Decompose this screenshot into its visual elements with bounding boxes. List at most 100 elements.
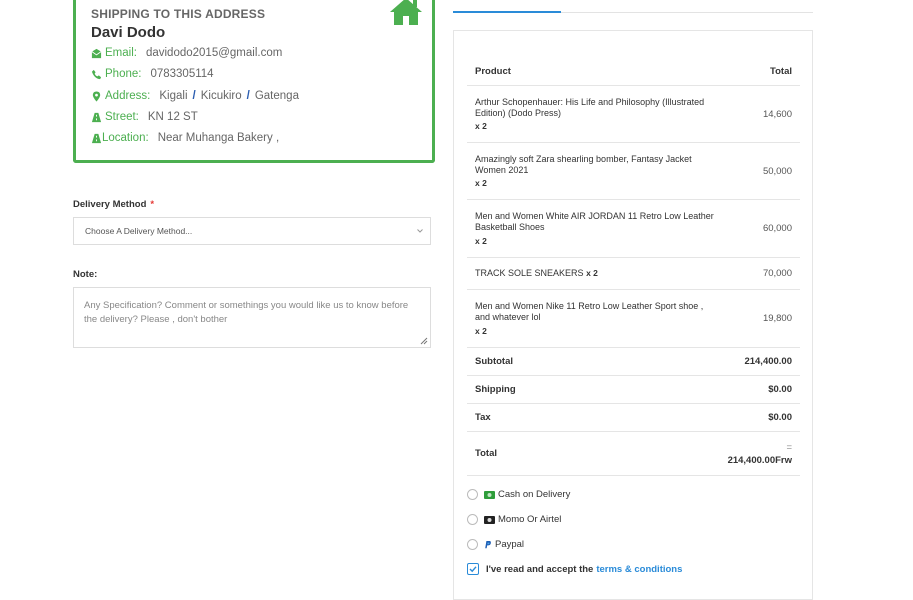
radio-button[interactable]	[467, 539, 478, 550]
product-qty: x 2	[475, 325, 487, 336]
address-district: Kicukiro	[200, 90, 242, 102]
phone-value: 0783305114	[150, 68, 214, 80]
order-table-header: Product Total	[467, 57, 800, 86]
subtotal-label: Subtotal	[475, 356, 513, 367]
product-name: Amazingly soft Zara shearling bomber, Fa…	[475, 153, 692, 175]
order-table: Product Total Arthur Schopenhauer: His L…	[467, 57, 800, 476]
tax-label: Tax	[475, 412, 491, 423]
product-total: 19,800	[762, 313, 792, 324]
phone-label: Phone:	[105, 68, 142, 80]
delivery-method-label: Delivery Method *	[73, 199, 154, 210]
col-total-header: Total	[770, 65, 792, 77]
home-icon	[390, 0, 422, 25]
street-label: Street:	[105, 111, 139, 123]
delivery-method-label-text: Delivery Method	[73, 199, 147, 210]
table-row: Amazingly soft Zara shearling bomber, Fa…	[467, 143, 800, 200]
product-name: Arthur Schopenhauer: His Life and Philos…	[475, 96, 705, 118]
note-textarea[interactable]: Any Specification? Comment or somethings…	[73, 287, 431, 348]
product-qty: x 2	[586, 268, 598, 278]
location-label: Location:	[102, 132, 149, 144]
chevron-down-icon	[417, 229, 423, 233]
shipping-row: Shipping $0.00	[467, 376, 800, 404]
customer-name: Davi Dodo	[91, 24, 166, 41]
table-row: Men and Women White AIR JORDAN 11 Retro …	[467, 200, 800, 258]
active-tab-indicator	[453, 11, 561, 13]
subtotal-value: 214,400.00	[744, 356, 792, 367]
product-cell: TRACK SOLE SNEAKERS x 2	[475, 268, 715, 279]
terms-checkbox[interactable]	[467, 563, 479, 575]
total-label: Total	[475, 448, 497, 459]
terms-row: I've read and accept the terms & conditi…	[467, 563, 682, 575]
total-equals: =	[786, 441, 792, 453]
phone-row: Phone: 0783305114	[91, 68, 214, 80]
product-qty: x 2	[475, 120, 487, 131]
payment-label: Paypal	[495, 539, 525, 550]
map-marker-icon	[92, 90, 101, 102]
product-qty: x 2	[475, 235, 487, 246]
email-row: Email: davidodo2015@gmail.com	[91, 47, 282, 59]
subtotal-row: Subtotal 214,400.00	[467, 348, 800, 376]
note-label: Note:	[73, 269, 98, 280]
email-value: davidodo2015@gmail.com	[145, 47, 283, 59]
address-separator: /	[192, 90, 196, 102]
total-value: 214,400.00Frw	[727, 454, 792, 466]
street-row: Street: KN 12 ST	[91, 111, 198, 123]
product-cell: Men and Women White AIR JORDAN 11 Retro …	[475, 211, 715, 247]
payment-label: Cash on Delivery	[498, 489, 571, 500]
col-product-header: Product	[475, 65, 511, 77]
product-total: 14,600	[762, 108, 792, 120]
envelope-icon	[91, 48, 102, 58]
phone-icon	[91, 69, 102, 79]
delivery-method-selected: Choose A Delivery Method...	[85, 226, 193, 236]
product-cell: Amazingly soft Zara shearling bomber, Fa…	[475, 154, 715, 189]
address-label: Address:	[105, 90, 151, 102]
shipping-heading: SHIPPING TO THIS ADDRESS	[91, 7, 266, 21]
product-total: 60,000	[762, 223, 792, 234]
cash-icon	[484, 490, 495, 499]
shipping-label: Shipping	[475, 384, 516, 395]
product-name: TRACK SOLE SNEAKERS	[475, 268, 584, 278]
checkmark-icon	[469, 566, 477, 573]
road-icon	[91, 112, 102, 122]
payment-option-paypal[interactable]: Paypal	[467, 539, 524, 550]
tax-row: Tax $0.00	[467, 404, 800, 432]
product-cell: Men and Women Nike 11 Retro Low Leather …	[475, 301, 715, 337]
tax-value: $0.00	[768, 412, 792, 423]
order-summary-panel: Product Total Arthur Schopenhauer: His L…	[453, 30, 813, 600]
total-row: Total = 214,400.00Frw	[467, 432, 800, 476]
table-row: TRACK SOLE SNEAKERS x 2 70,000	[467, 258, 800, 290]
address-city: Kigali	[159, 90, 188, 102]
location-value: Near Muhanga Bakery ,	[157, 132, 280, 144]
location-row: Location: Near Muhanga Bakery ,	[91, 132, 279, 144]
shipping-address-card: SHIPPING TO THIS ADDRESS Davi Dodo Email…	[73, 0, 435, 163]
terms-text: I've read and accept the	[486, 563, 594, 575]
terms-link[interactable]: terms & conditions	[596, 564, 682, 575]
shipping-value: $0.00	[768, 384, 792, 395]
product-name: Men and Women White AIR JORDAN 11 Retro …	[475, 210, 714, 232]
address-sector: Gatenga	[254, 90, 299, 102]
delivery-method-select[interactable]: Choose A Delivery Method...	[73, 217, 431, 245]
radio-button[interactable]	[467, 514, 478, 525]
street-value: KN 12 ST	[147, 111, 198, 123]
required-mark: *	[150, 199, 155, 210]
payment-option-momo[interactable]: Momo Or Airtel	[467, 514, 561, 525]
table-row: Men and Women Nike 11 Retro Low Leather …	[467, 290, 800, 348]
resize-grip-icon[interactable]	[420, 337, 428, 345]
product-total: 70,000	[762, 268, 792, 279]
road-icon	[91, 133, 102, 143]
note-placeholder: Any Specification? Comment or somethings…	[84, 300, 409, 325]
address-separator: /	[246, 90, 250, 102]
paypal-icon	[485, 540, 491, 548]
address-row: Address: Kigali / Kicukiro / Gatenga	[91, 90, 299, 102]
table-row: Arthur Schopenhauer: His Life and Philos…	[467, 86, 800, 143]
product-name: Men and Women Nike 11 Retro Low Leather …	[475, 300, 704, 322]
product-total: 50,000	[762, 165, 792, 177]
email-label: Email:	[105, 47, 137, 59]
payment-label: Momo Or Airtel	[498, 514, 562, 525]
payment-option-cash[interactable]: Cash on Delivery	[467, 489, 570, 500]
product-cell: Arthur Schopenhauer: His Life and Philos…	[475, 97, 715, 132]
momo-icon	[484, 515, 495, 524]
product-qty: x 2	[475, 177, 487, 188]
total-value-cell: = 214,400.00Frw	[728, 441, 792, 467]
radio-button[interactable]	[467, 489, 478, 500]
